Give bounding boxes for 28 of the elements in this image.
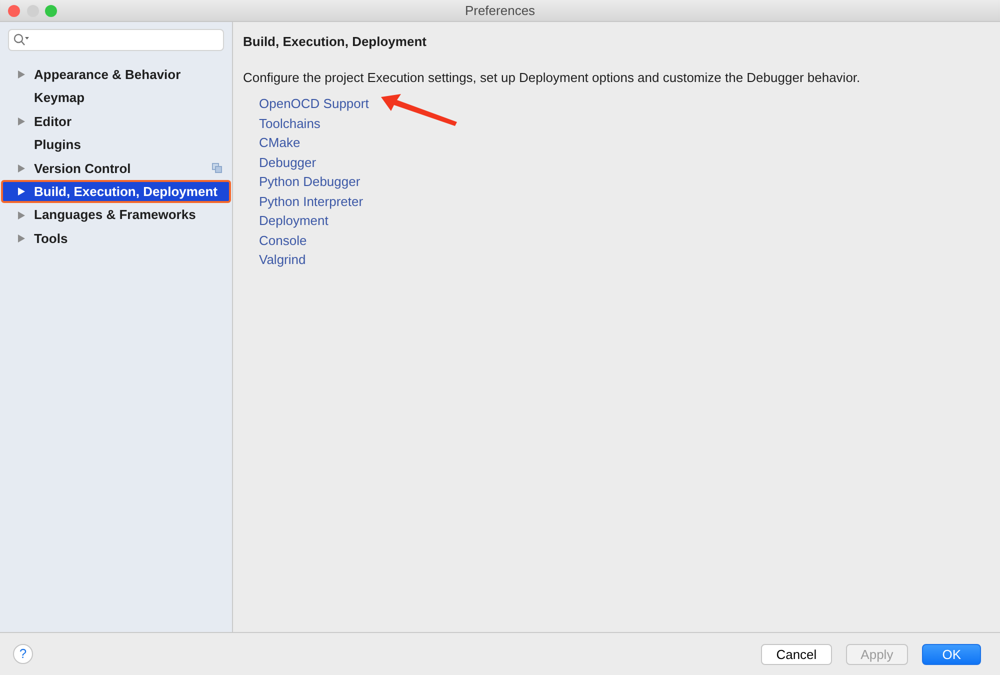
sidebar-item[interactable]: Plugins [1, 133, 231, 157]
sidebar-item[interactable]: Tools [1, 226, 231, 250]
settings-link[interactable]: Deployment [259, 211, 328, 230]
ok-button[interactable]: OK [922, 644, 981, 664]
sidebar-item[interactable]: Appearance & Behavior [1, 63, 231, 86]
help-button[interactable]: ? [13, 644, 33, 664]
search-icon [13, 33, 29, 47]
sidebar-item[interactable]: Build, Execution, Deployment [1, 180, 231, 204]
settings-link[interactable]: Python Interpreter [259, 192, 364, 211]
settings-link[interactable]: Debugger [259, 152, 316, 172]
dialog-button[interactable]: Cancel [761, 644, 832, 664]
close-button[interactable] [8, 5, 20, 17]
settings-link[interactable]: Toolchains [259, 114, 320, 133]
description-text: Configure the project Execution settings, set up Deployment options and customize the Debugger behavior. [243, 68, 862, 87]
expand-arrow-icon[interactable] [17, 187, 26, 196]
sidebar-item[interactable]: Languages & Frameworks [1, 203, 231, 227]
search-field[interactable] [8, 29, 224, 51]
page-heading: Build, Execution, Deployment [243, 33, 428, 51]
sidebar-item[interactable]: Editor [1, 110, 231, 134]
settings-link[interactable]: Valgrind [259, 250, 306, 270]
settings-link[interactable]: CMake [259, 133, 300, 152]
sidebar-item[interactable]: Keymap [1, 86, 231, 110]
sidebar-item[interactable]: Version Control [1, 156, 231, 180]
settings-link[interactable]: Python Debugger [259, 172, 360, 192]
settings-link[interactable]: Console [259, 230, 307, 250]
settings-link[interactable]: OpenOCD Support [259, 94, 369, 114]
zoom-button[interactable] [45, 5, 57, 17]
window-title: Preferences [464, 2, 536, 20]
